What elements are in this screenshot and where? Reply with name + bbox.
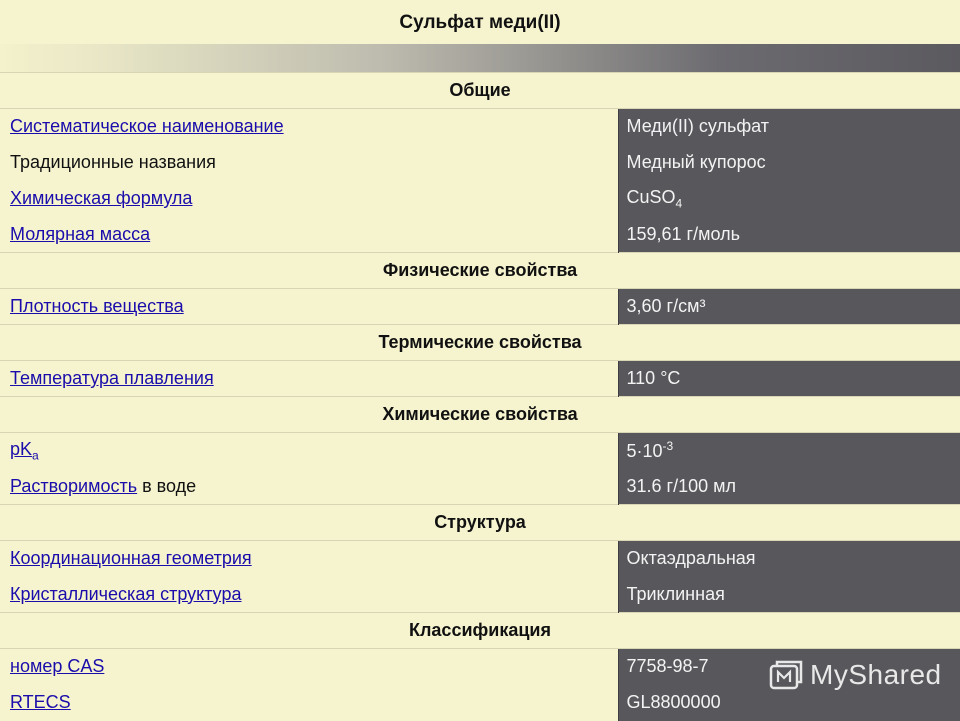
row-label: Кристаллическая структура — [0, 576, 618, 613]
table-row: Растворимость в воде 31.6 г/100 мл — [0, 468, 960, 505]
row-label: Систематическое наименование — [0, 108, 618, 145]
table-row: Систематическое наименование Меди(II) су… — [0, 108, 960, 145]
row-value: 5·10-3 — [617, 432, 960, 469]
section-title: Общие — [0, 72, 960, 109]
section-header-physical: Физические свойства — [0, 252, 960, 289]
section-title: Классификация — [0, 612, 960, 649]
section-header-classification: Классификация — [0, 612, 960, 649]
solubility-label-rest: в воде — [137, 475, 197, 496]
table-row: Температура плавления 110 °C — [0, 360, 960, 397]
section-title: Структура — [0, 504, 960, 541]
solubility-link[interactable]: Растворимость — [10, 476, 137, 496]
row-label: номер CAS — [0, 648, 618, 685]
row-label: Молярная масса — [0, 216, 618, 253]
cas-number-link[interactable]: номер CAS — [10, 656, 104, 676]
row-value: Медный купорос — [617, 144, 960, 181]
row-label: Растворимость в воде — [0, 468, 618, 505]
table-row: Химическая формула CuSO4 — [0, 180, 960, 217]
molar-mass-link[interactable]: Молярная масса — [10, 224, 150, 244]
systematic-name-link[interactable]: Систематическое наименование — [10, 116, 284, 136]
row-label: Традиционные названия — [0, 144, 618, 181]
section-header-structure: Структура — [0, 504, 960, 541]
section-header-general: Общие — [0, 72, 960, 109]
table-row: Плотность вещества 3,60 г/см³ — [0, 288, 960, 325]
page-title: Сульфат меди(II) — [0, 0, 960, 44]
row-label: Плотность вещества — [0, 288, 618, 325]
pka-subscript: a — [32, 448, 39, 463]
table-row: Молярная масса 159,61 г/моль — [0, 216, 960, 253]
row-label: pKa — [0, 432, 618, 469]
row-label: Температура плавления — [0, 360, 618, 397]
watermark-text: MyShared — [810, 659, 942, 690]
row-value: CuSO4 — [617, 180, 960, 217]
pka-link[interactable]: pKa — [10, 438, 39, 463]
header-divider — [0, 44, 960, 72]
formula-subscript: 4 — [675, 196, 683, 211]
section-title: Химические свойства — [0, 396, 960, 433]
row-value: 110 °C — [617, 360, 960, 397]
pka-value-exponent: -3 — [662, 439, 674, 454]
row-value: 3,60 г/см³ — [617, 288, 960, 325]
row-label: Химическая формула — [0, 180, 618, 217]
infobox-table: Общие Систематическое наименование Меди(… — [0, 72, 960, 721]
crystal-structure-link[interactable]: Кристаллическая структура — [10, 584, 241, 604]
density-link[interactable]: Плотность вещества — [10, 296, 184, 316]
section-title: Термические свойства — [0, 324, 960, 361]
row-value: Меди(II) сульфат — [617, 108, 960, 145]
table-row: pKa 5·10-3 — [0, 432, 960, 469]
myshared-logo-icon — [769, 660, 803, 690]
row-label: Координационная геометрия — [0, 540, 618, 577]
row-value: Триклинная — [617, 576, 960, 613]
row-value: 159,61 г/моль — [617, 216, 960, 253]
rtecs-link[interactable]: RTECS — [10, 692, 71, 712]
table-row: Традиционные названия Медный купорос — [0, 144, 960, 181]
watermark: MyShared — [768, 655, 942, 695]
section-title: Физические свойства — [0, 252, 960, 289]
pka-value-main: 5·10 — [626, 441, 663, 462]
chemical-formula-link[interactable]: Химическая формула — [10, 188, 192, 208]
row-label: RTECS — [0, 684, 618, 721]
table-row: Координационная геометрия Октаэдральная — [0, 540, 960, 577]
section-header-chemical: Химические свойства — [0, 396, 960, 433]
row-value: Октаэдральная — [617, 540, 960, 577]
coordination-geometry-link[interactable]: Координационная геометрия — [10, 548, 252, 568]
melting-point-link[interactable]: Температура плавления — [10, 368, 214, 388]
table-row: Кристаллическая структура Триклинная — [0, 576, 960, 613]
pka-main: pK — [10, 438, 33, 459]
section-header-thermal: Термические свойства — [0, 324, 960, 361]
formula-main: CuSO — [626, 186, 676, 207]
row-value: 31.6 г/100 мл — [617, 468, 960, 505]
